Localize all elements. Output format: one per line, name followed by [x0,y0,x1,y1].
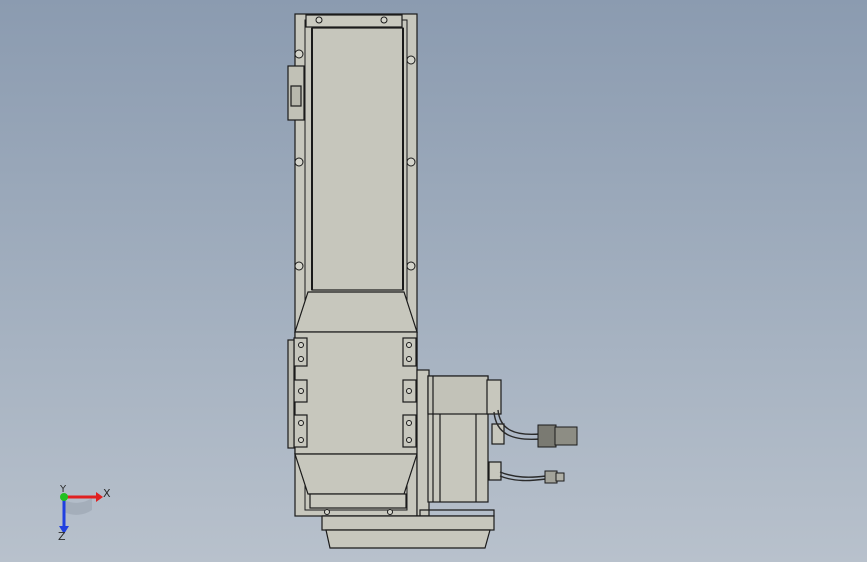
mount-hole [406,342,412,348]
mount-hole [298,437,304,443]
mount-hole [406,420,412,426]
motor-encoder-cap [427,375,489,415]
mount-hole [294,261,304,271]
actuator-assembly[interactable] [287,13,505,549]
mount-hole [380,16,388,24]
mount-hole [406,261,416,271]
encoder-connector-tip [554,426,578,446]
cad-3d-viewport[interactable]: X Y Z [0,0,867,562]
x-axis-label: X [103,487,111,500]
y-axis-label: Y [60,484,67,495]
mount-hole [324,509,330,515]
motor-cable-gland-2 [488,461,502,481]
triad-shadow [64,498,92,515]
power-cable [499,471,547,478]
model-graphics[interactable] [0,0,867,562]
carriage-bottom-taper [294,453,418,495]
carriage-block[interactable] [294,331,418,455]
mount-hole [406,157,416,167]
mount-hole [294,157,304,167]
coordinate-triad [59,492,103,534]
mount-hole [298,356,304,362]
mount-hole [298,342,304,348]
end-block [309,493,407,509]
x-axis-arrow-head [96,492,103,502]
z-axis-label: Z [58,530,66,543]
motor-connector-block [486,379,502,415]
power-connector-tip [555,472,565,482]
base-plate[interactable] [321,515,495,531]
cable-connectors [537,424,578,484]
motor-flange [416,369,430,517]
mount-hole [406,437,412,443]
carriage-top-taper [294,291,418,333]
left-sensor-strip [287,339,295,449]
motor-cable-gland [491,423,505,445]
mount-hole [387,509,393,515]
power-connector [544,470,558,484]
mount-hole [294,49,304,59]
mount-hole [406,388,412,394]
mount-hole [315,16,323,24]
encoder-connector [537,424,557,448]
mount-hole [406,356,412,362]
cover-strip-panel [311,27,404,291]
mount-hole [406,55,416,65]
mount-hole [298,420,304,426]
base-plate-bevel [325,529,491,549]
mount-hole [298,388,304,394]
limit-sensor-body [290,85,302,107]
